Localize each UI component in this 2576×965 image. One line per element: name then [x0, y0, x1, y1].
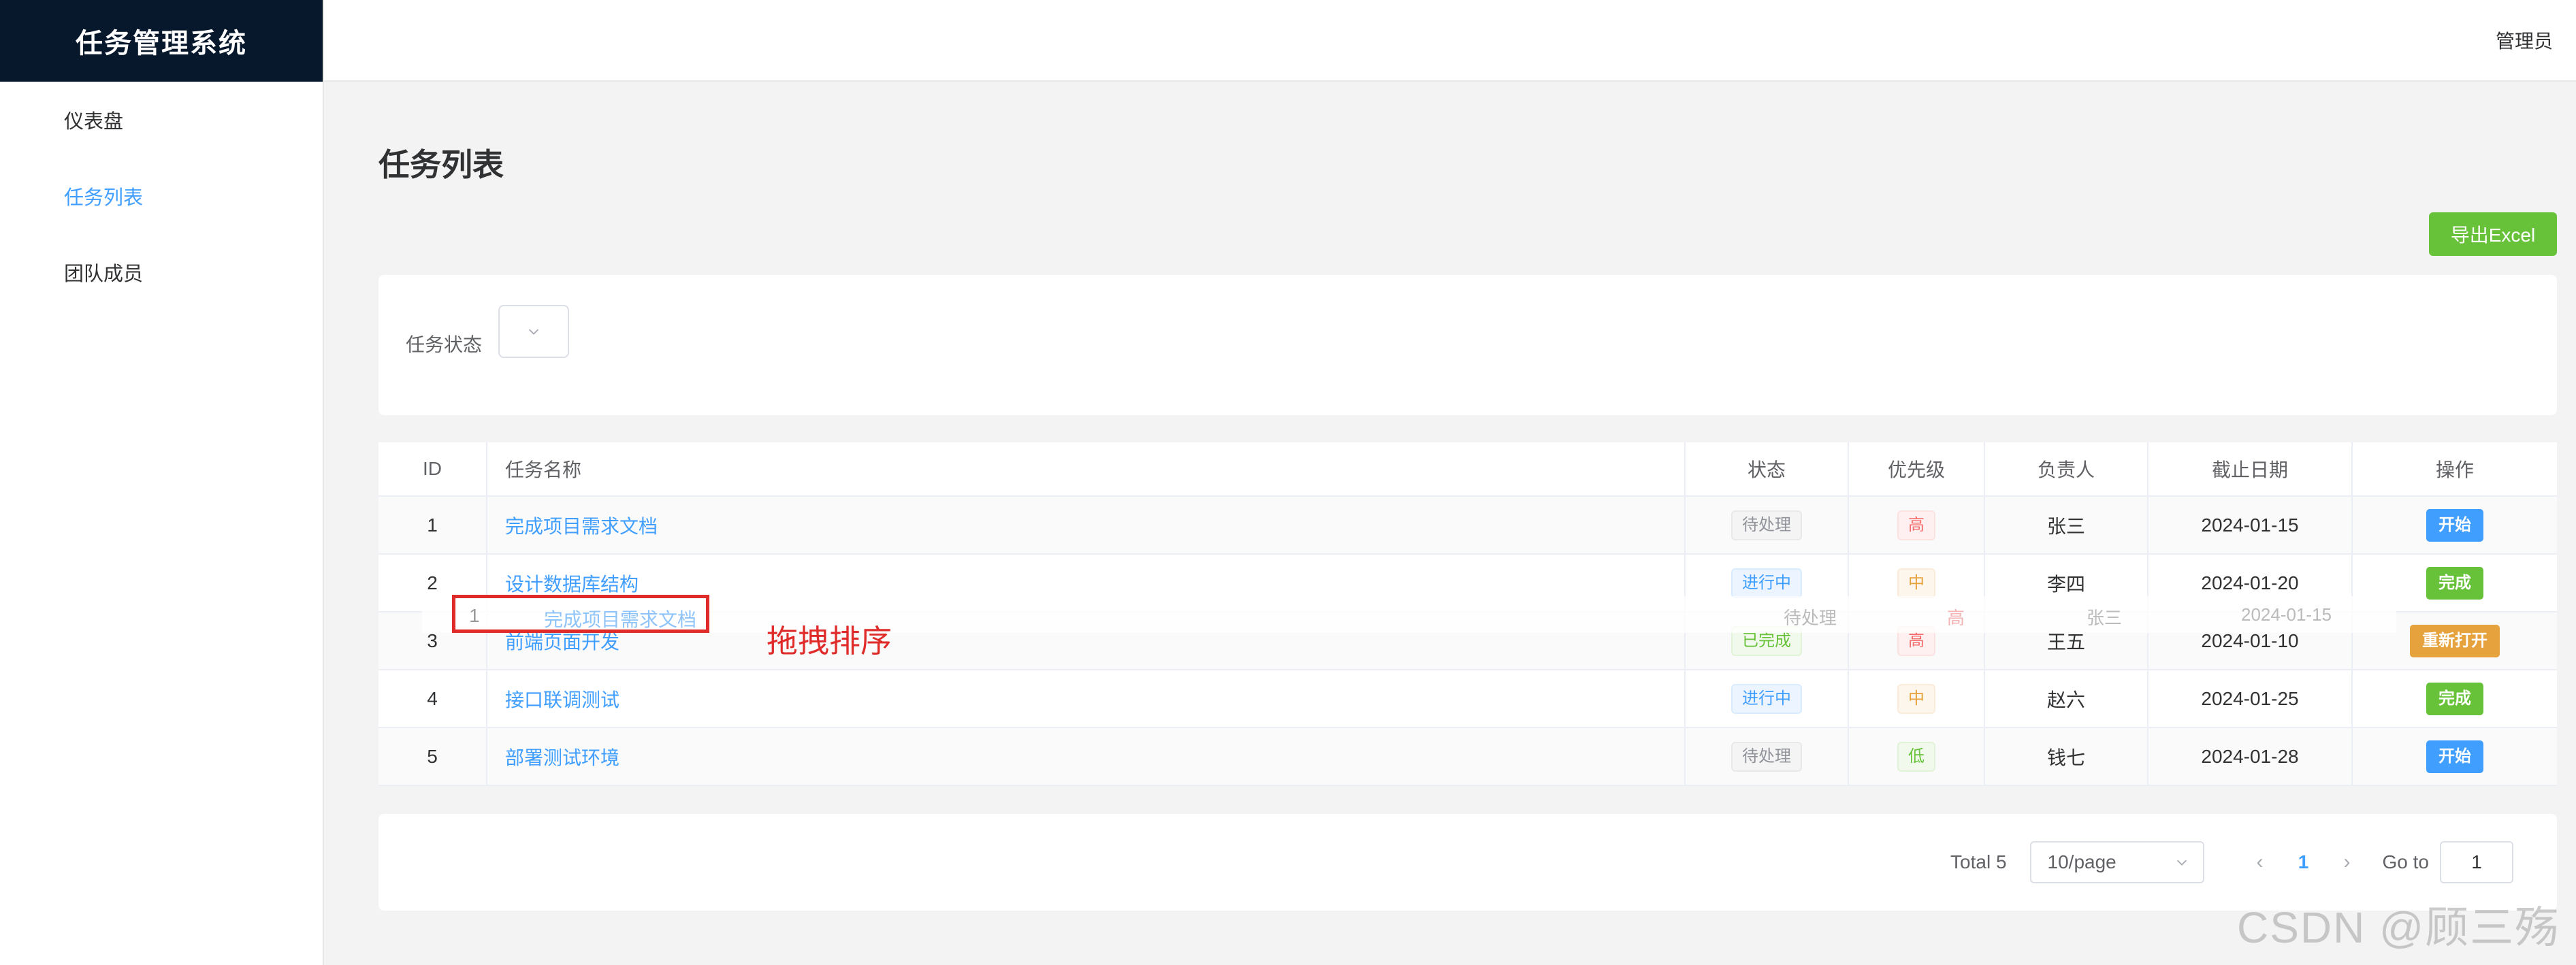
- drag-ghost-row: 待处理 高 张三 2024-01-15: [422, 596, 2396, 633]
- page-size-value: 10/page: [2047, 851, 2116, 872]
- priority-tag: 中: [1897, 568, 1935, 598]
- status-tag: 待处理: [1731, 741, 1802, 772]
- status-tag: 待处理: [1731, 510, 1802, 540]
- ghost-status: 待处理: [1784, 608, 1837, 628]
- complete-button[interactable]: 完成: [2426, 566, 2483, 600]
- status-tag: 进行中: [1731, 683, 1802, 714]
- task-id: 5: [379, 728, 487, 785]
- ghost-id: 1: [469, 605, 480, 626]
- ghost-priority: 高: [1947, 608, 1965, 628]
- reopen-button[interactable]: 重新打开: [2410, 624, 2500, 657]
- task-name-link[interactable]: 完成项目需求文档: [505, 512, 658, 539]
- table-row[interactable]: 1 完成项目需求文档 待处理 高 张三 2024-01-15 开始: [379, 497, 2557, 555]
- column-header-name: 任务名称: [487, 442, 1686, 495]
- goto-page-input[interactable]: 1: [2440, 841, 2513, 883]
- goto-label: Go to: [2382, 851, 2429, 872]
- column-header-action: 操作: [2435, 459, 2474, 480]
- pagination: Total 5 10/page ‹ 1 › Go to 1: [1950, 841, 2513, 883]
- status-filter-label: 任务状态: [406, 334, 483, 355]
- next-page-button[interactable]: ›: [2325, 851, 2369, 874]
- task-name-link[interactable]: 接口联调测试: [505, 685, 619, 713]
- task-name-link[interactable]: 部署测试环境: [505, 743, 619, 770]
- task-owner: 钱七: [1985, 728, 2148, 785]
- page-size-select[interactable]: 10/page: [2029, 841, 2204, 883]
- pagination-card: Total 5 10/page ‹ 1 › Go to 1: [379, 814, 2557, 911]
- drag-highlight-box[interactable]: 1 完成项目需求文档: [452, 595, 709, 633]
- page-title: 任务列表: [379, 147, 504, 182]
- status-tag: 进行中: [1731, 568, 1802, 598]
- task-owner: 张三: [1985, 497, 2148, 553]
- sidebar-item-dashboard[interactable]: 仪表盘: [0, 82, 323, 158]
- prev-page-button[interactable]: ‹: [2238, 851, 2282, 874]
- column-header-owner: 负责人: [1985, 442, 2148, 495]
- task-due-date: 2024-01-25: [2148, 670, 2353, 727]
- start-button[interactable]: 开始: [2426, 508, 2483, 542]
- task-due-date: 2024-01-15: [2148, 497, 2353, 553]
- column-header-due-date: 截止日期: [2148, 442, 2353, 495]
- filter-card: 任务状态: [379, 275, 2557, 415]
- sidebar-item-task-list[interactable]: 任务列表: [0, 158, 323, 234]
- user-menu[interactable]: 管理员: [2496, 27, 2553, 54]
- task-id: 4: [379, 670, 487, 727]
- ghost-owner: 张三: [2087, 608, 2123, 628]
- task-due-date: 2024-01-28: [2148, 728, 2353, 785]
- app-logo-title: 任务管理系统: [0, 0, 323, 82]
- status-filter-select[interactable]: [498, 305, 569, 358]
- priority-tag: 中: [1897, 683, 1935, 714]
- table-row[interactable]: 4 接口联调测试 进行中 中 赵六 2024-01-25 完成: [379, 670, 2557, 728]
- start-button[interactable]: 开始: [2426, 740, 2483, 773]
- pagination-total: Total 5: [1950, 851, 2007, 872]
- export-excel-button[interactable]: 导出Excel: [2429, 212, 2557, 256]
- task-name-link[interactable]: 设计数据库结构: [505, 570, 639, 597]
- sidebar-item-team-members[interactable]: 团队成员: [0, 234, 323, 310]
- complete-button[interactable]: 完成: [2426, 682, 2483, 715]
- ghost-task-name: 完成项目需求文档: [544, 609, 697, 630]
- column-header-id: ID: [379, 442, 487, 495]
- top-header: 管理员: [324, 0, 2576, 82]
- sidebar: 任务管理系统 仪表盘 任务列表 团队成员: [0, 0, 324, 965]
- column-header-status: 状态: [1686, 442, 1849, 495]
- watermark: CSDN @顾三殇: [2237, 903, 2560, 952]
- table-row[interactable]: 5 部署测试环境 待处理 低 钱七 2024-01-28 开始: [379, 728, 2557, 786]
- column-header-priority: 优先级: [1849, 442, 1985, 495]
- table-header-row: ID 任务名称 状态 优先级 负责人 截止日期 操作: [379, 442, 2557, 497]
- page-number-current[interactable]: 1: [2282, 851, 2325, 873]
- drag-sort-annotation: 拖拽排序: [767, 623, 892, 659]
- ghost-due-date: 2024-01-15: [2241, 604, 2332, 625]
- task-owner: 赵六: [1985, 670, 2148, 727]
- priority-tag: 高: [1897, 510, 1935, 540]
- chevron-down-icon: [2176, 860, 2187, 866]
- chevron-down-icon: [528, 329, 539, 335]
- task-id: 1: [379, 497, 487, 553]
- priority-tag: 低: [1897, 741, 1935, 772]
